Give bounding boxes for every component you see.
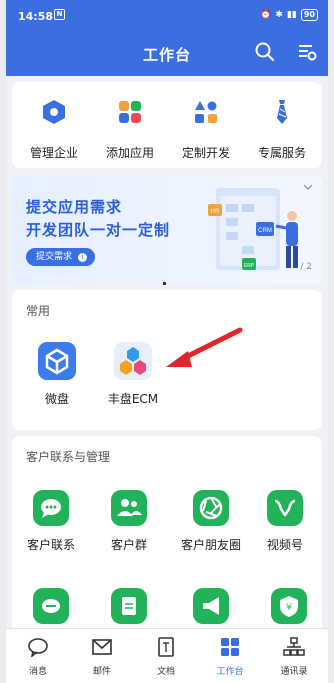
- quick-action-manage[interactable]: 管理企业: [16, 98, 92, 161]
- shapes-icon: [195, 101, 217, 123]
- video-channel-icon: [267, 490, 303, 526]
- common-apps-card: 常用 微盘 丰盘ECM: [12, 290, 322, 430]
- banner-pagination: / 2: [300, 262, 312, 272]
- app-label: 客户群: [110, 538, 147, 552]
- erp-tag: ERP: [244, 263, 255, 269]
- settings-icon[interactable]: [296, 41, 318, 63]
- tab-mail[interactable]: 邮件: [72, 637, 132, 677]
- app-label: 客户联系: [26, 538, 75, 552]
- submit-request-button[interactable]: 提交需求 i: [26, 248, 95, 266]
- bottom-tab-bar: 消息 邮件 文档 工作台 通讯录: [6, 628, 328, 683]
- aperture-icon: [193, 490, 229, 526]
- quick-action-label: 管理企业: [29, 146, 78, 160]
- cube-icon: [38, 342, 76, 380]
- document-icon: [158, 637, 174, 657]
- section-title-common: 常用: [26, 304, 51, 318]
- message-app-icon[interactable]: [33, 588, 69, 624]
- signal-icon: ▮▮: [286, 10, 297, 20]
- svg-text:¥: ¥: [286, 603, 292, 613]
- tab-workbench[interactable]: 工作台: [200, 637, 260, 677]
- hr-tag: HR: [211, 209, 220, 215]
- tab-messages[interactable]: 消息: [8, 637, 68, 677]
- status-time: 14:58: [18, 10, 54, 23]
- tab-label: 工作台: [216, 667, 244, 677]
- tie-icon: [277, 100, 287, 124]
- contacts-icon: [283, 637, 305, 656]
- page-title: 工作台: [142, 46, 191, 64]
- yuan-shield-icon[interactable]: ¥: [271, 588, 307, 624]
- apps-grid-icon: [119, 101, 141, 123]
- banner-illustration: HR CRM ERP: [208, 188, 298, 270]
- transfer-doc-icon[interactable]: [111, 588, 147, 624]
- message-icon: [28, 638, 48, 658]
- annotation-arrow-icon: [166, 327, 243, 367]
- quick-action-label: 定制开发: [181, 146, 230, 160]
- quick-action-label: 专属服务: [257, 146, 306, 160]
- phone-screen: 14:58 N ⏰ ✱ ▮▮ 90 工作台 管理企业 添加应用 定制开发 专属服…: [6, 0, 328, 683]
- notification-icon: N: [54, 9, 65, 20]
- quick-action-label: 添加应用: [105, 146, 154, 160]
- app-label: 丰盘ECM: [107, 392, 159, 406]
- hexagon-icon: [43, 100, 65, 124]
- app-label: 微盘: [44, 392, 69, 406]
- crm-tag: CRM: [258, 228, 272, 234]
- app-label: 客户朋友圈: [180, 538, 241, 552]
- app-video-channel[interactable]: 视频号: [250, 490, 320, 553]
- bluetooth-icon: ✱: [275, 10, 283, 20]
- app-customer-group[interactable]: 客户群: [94, 490, 164, 553]
- app-fengpan-ecm[interactable]: 丰盘ECM: [98, 342, 168, 407]
- promo-banner[interactable]: 提交应用需求 开发团队一对一定制 提交需求 i HR CRM ERP / 2: [12, 176, 322, 284]
- banner-subheadline: 开发团队一对一定制: [26, 221, 171, 239]
- app-customer-contact[interactable]: 客户联系: [16, 490, 86, 553]
- banner-headline: 提交应用需求: [26, 198, 123, 216]
- mail-icon: [92, 639, 112, 655]
- drag-dot: [163, 282, 166, 285]
- quick-action-service[interactable]: 专属服务: [244, 98, 320, 161]
- submit-request-label: 提交需求: [36, 252, 73, 262]
- search-icon[interactable]: [254, 41, 276, 63]
- info-icon: i: [77, 253, 87, 262]
- tab-label: 文档: [156, 667, 175, 677]
- battery-icon: 90: [300, 9, 318, 21]
- chevron-down-icon[interactable]: [302, 182, 314, 192]
- quick-actions-card: 管理企业 添加应用 定制开发 专属服务: [12, 82, 322, 168]
- tab-label: 邮件: [92, 667, 111, 677]
- alarm-icon: ⏰: [260, 10, 272, 20]
- status-bar: 14:58 N ⏰ ✱ ▮▮ 90: [6, 6, 328, 26]
- quick-action-custom-dev[interactable]: 定制开发: [168, 98, 244, 161]
- section-title-crm: 客户联系与管理: [26, 450, 111, 464]
- app-customer-moments[interactable]: 客户朋友圈: [172, 490, 250, 553]
- tab-label: 消息: [28, 667, 47, 677]
- app-label: 视频号: [266, 538, 303, 552]
- ecm-icon: [114, 342, 152, 380]
- app-weipan[interactable]: 微盘: [22, 342, 92, 407]
- workbench-icon: [221, 638, 239, 656]
- tab-label: 通讯录: [280, 667, 308, 677]
- quick-action-add-app[interactable]: 添加应用: [92, 98, 168, 161]
- tab-contacts[interactable]: 通讯录: [264, 637, 324, 677]
- chat-bubble-icon: [33, 490, 69, 526]
- tab-docs[interactable]: 文档: [136, 637, 196, 677]
- megaphone-icon[interactable]: [193, 588, 229, 624]
- header-bar: 14:58 N ⏰ ✱ ▮▮ 90 工作台: [6, 0, 328, 76]
- people-icon: [111, 490, 147, 526]
- status-indicators: ⏰ ✱ ▮▮ 90: [260, 9, 318, 21]
- crm-apps-card: 客户联系与管理 客户联系 客户群 客户朋友圈 视频号 ¥: [12, 436, 322, 636]
